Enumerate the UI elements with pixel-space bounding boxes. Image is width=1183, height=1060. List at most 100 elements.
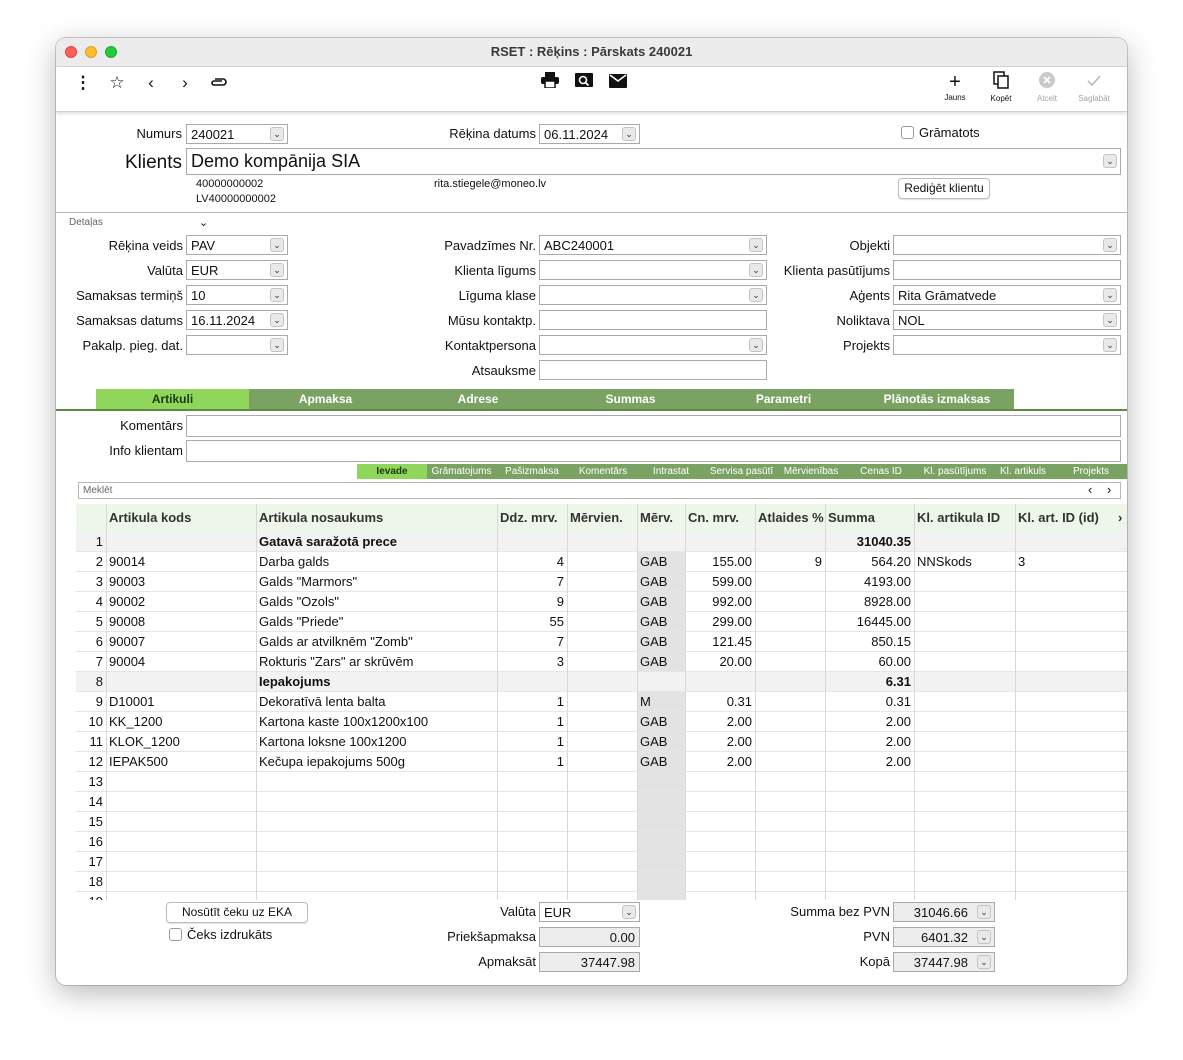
- table-row[interactable]: 2 90014 Darba galds 4 GAB 155.00 9 564.20 NNSkod…: [76, 552, 1127, 572]
- cell-ddz[interactable]: [497, 892, 567, 900]
- print-icon[interactable]: [539, 72, 561, 94]
- col-cn-mrv[interactable]: Cn. mrv.: [685, 504, 755, 532]
- klients-field[interactable]: Demo kompānija SIA ⌄: [186, 148, 1121, 175]
- cell-kods[interactable]: [106, 672, 256, 692]
- cell-ddz[interactable]: [497, 772, 567, 792]
- edit-client-button[interactable]: Rediģēt klientu: [898, 178, 990, 199]
- cell-kl-id[interactable]: [914, 872, 1015, 892]
- subtab-kl-artikuls[interactable]: Kl. artikuls: [991, 464, 1055, 479]
- cell-atlaide[interactable]: [755, 712, 825, 732]
- table-row[interactable]: 4 90002 Galds "Ozols" 9 GAB 992.00 8928.00: [76, 592, 1127, 612]
- subtab-mervienibas[interactable]: Mērvienības: [779, 464, 843, 479]
- cell-cena[interactable]: [685, 852, 755, 872]
- cell-cena[interactable]: 20.00: [685, 652, 755, 672]
- cell-merv-name[interactable]: [567, 632, 637, 652]
- cell-kl-id[interactable]: [914, 732, 1015, 752]
- cell-kl-id[interactable]: [914, 672, 1015, 692]
- datums-field[interactable]: 06.11.2024 ⌄: [539, 124, 640, 144]
- table-row[interactable]: 18: [76, 872, 1127, 892]
- cell-kods[interactable]: [106, 872, 256, 892]
- cell-ddz[interactable]: [497, 672, 567, 692]
- musu-kontaktp-field[interactable]: [539, 310, 767, 330]
- table-row[interactable]: 17: [76, 852, 1127, 872]
- cell-kl-id[interactable]: [914, 792, 1015, 812]
- cell-kl-id2[interactable]: [1015, 772, 1115, 792]
- cell-nosaukums[interactable]: [256, 872, 497, 892]
- cell-kl-id[interactable]: [914, 592, 1015, 612]
- cell-cena[interactable]: 2.00: [685, 712, 755, 732]
- rekina-veids-select[interactable]: PAV ⌄: [186, 235, 288, 255]
- table-row[interactable]: 13: [76, 772, 1127, 792]
- cell-merv-name[interactable]: [567, 752, 637, 772]
- cell-kods[interactable]: [106, 772, 256, 792]
- cell-atlaide[interactable]: 9: [755, 552, 825, 572]
- cell-kl-id[interactable]: [914, 852, 1015, 872]
- cell-kods[interactable]: KLOK_1200: [106, 732, 256, 752]
- cell-merv[interactable]: [637, 812, 685, 832]
- table-row[interactable]: 12 IEPAK500 Kečupa iepakojums 500g 1 GAB 2.00…: [76, 752, 1127, 772]
- cell-cena[interactable]: 992.00: [685, 592, 755, 612]
- cell-merv-name[interactable]: [567, 852, 637, 872]
- cell-atlaide[interactable]: [755, 752, 825, 772]
- cell-kl-id2[interactable]: [1015, 812, 1115, 832]
- tab-apmaksa[interactable]: Apmaksa: [249, 389, 402, 409]
- cell-summa[interactable]: [825, 812, 914, 832]
- cell-summa[interactable]: 2.00: [825, 712, 914, 732]
- col-merv[interactable]: Mērv.: [637, 504, 685, 532]
- cell-merv[interactable]: GAB: [637, 572, 685, 592]
- cell-ddz[interactable]: 4: [497, 552, 567, 572]
- pvn-field[interactable]: 6401.32 ⌄: [893, 927, 995, 947]
- cell-kl-id[interactable]: [914, 832, 1015, 852]
- cell-cena[interactable]: [685, 792, 755, 812]
- cell-atlaide[interactable]: [755, 632, 825, 652]
- cell-atlaide[interactable]: [755, 732, 825, 752]
- table-row[interactable]: 14: [76, 792, 1127, 812]
- cell-atlaide[interactable]: [755, 652, 825, 672]
- cell-kods[interactable]: 90008: [106, 612, 256, 632]
- cell-cena[interactable]: 0.31: [685, 692, 755, 712]
- cell-summa[interactable]: 31040.35: [825, 532, 914, 552]
- star-icon[interactable]: ☆: [106, 72, 128, 94]
- subtab-ievade[interactable]: Ievade: [357, 464, 427, 479]
- col-summa[interactable]: Summa: [825, 504, 914, 532]
- cell-merv-name[interactable]: [567, 832, 637, 852]
- numurs-field[interactable]: 240021 ⌄: [186, 124, 288, 144]
- cell-summa[interactable]: [825, 852, 914, 872]
- cell-ddz[interactable]: 1: [497, 752, 567, 772]
- cell-ddz[interactable]: 55: [497, 612, 567, 632]
- cell-ddz[interactable]: 7: [497, 632, 567, 652]
- footer-valuta-select[interactable]: EUR ⌄: [539, 902, 640, 922]
- cell-kods[interactable]: D10001: [106, 692, 256, 712]
- cell-summa[interactable]: 16445.00: [825, 612, 914, 632]
- tab-planotas-izmaksas[interactable]: Plānotās izmaksas: [860, 389, 1014, 409]
- subtab-intrastat[interactable]: Intrastat: [638, 464, 704, 479]
- komentars-field[interactable]: [186, 415, 1121, 437]
- col-ddz-mrv[interactable]: Ddz. mrv.: [497, 504, 567, 532]
- pavadzimes-nr-select[interactable]: ABC240001 ⌄: [539, 235, 767, 255]
- cell-merv-name[interactable]: [567, 872, 637, 892]
- cell-nosaukums[interactable]: [256, 892, 497, 900]
- tab-artikuli[interactable]: Artikuli: [96, 389, 249, 409]
- cell-nosaukums[interactable]: Rokturis "Zars" ar skrūvēm: [256, 652, 497, 672]
- cell-cena[interactable]: [685, 832, 755, 852]
- objekti-select[interactable]: ⌄: [893, 235, 1121, 255]
- cell-merv-name[interactable]: [567, 552, 637, 572]
- cell-kl-id[interactable]: [914, 652, 1015, 672]
- subtab-pasizmaksa[interactable]: Pašizmaksa: [496, 464, 568, 479]
- cell-merv-name[interactable]: [567, 612, 637, 632]
- cell-merv-name[interactable]: [567, 652, 637, 672]
- cell-atlaide[interactable]: [755, 532, 825, 552]
- cell-summa[interactable]: [825, 792, 914, 812]
- cell-kl-id[interactable]: [914, 812, 1015, 832]
- details-toggle-label[interactable]: Detaļas: [69, 217, 103, 228]
- agents-select[interactable]: Rita Grāmatvede ⌄: [893, 285, 1121, 305]
- cell-kods[interactable]: 90002: [106, 592, 256, 612]
- cell-kl-id2[interactable]: [1015, 712, 1115, 732]
- cell-kl-id[interactable]: [914, 712, 1015, 732]
- cell-kl-id2[interactable]: [1015, 672, 1115, 692]
- cell-summa[interactable]: [825, 772, 914, 792]
- cell-atlaide[interactable]: [755, 852, 825, 872]
- cell-merv[interactable]: [637, 872, 685, 892]
- table-row[interactable]: 10 KK_1200 Kartona kaste 100x1200x100 1 GAB 2…: [76, 712, 1127, 732]
- cell-cena[interactable]: 121.45: [685, 632, 755, 652]
